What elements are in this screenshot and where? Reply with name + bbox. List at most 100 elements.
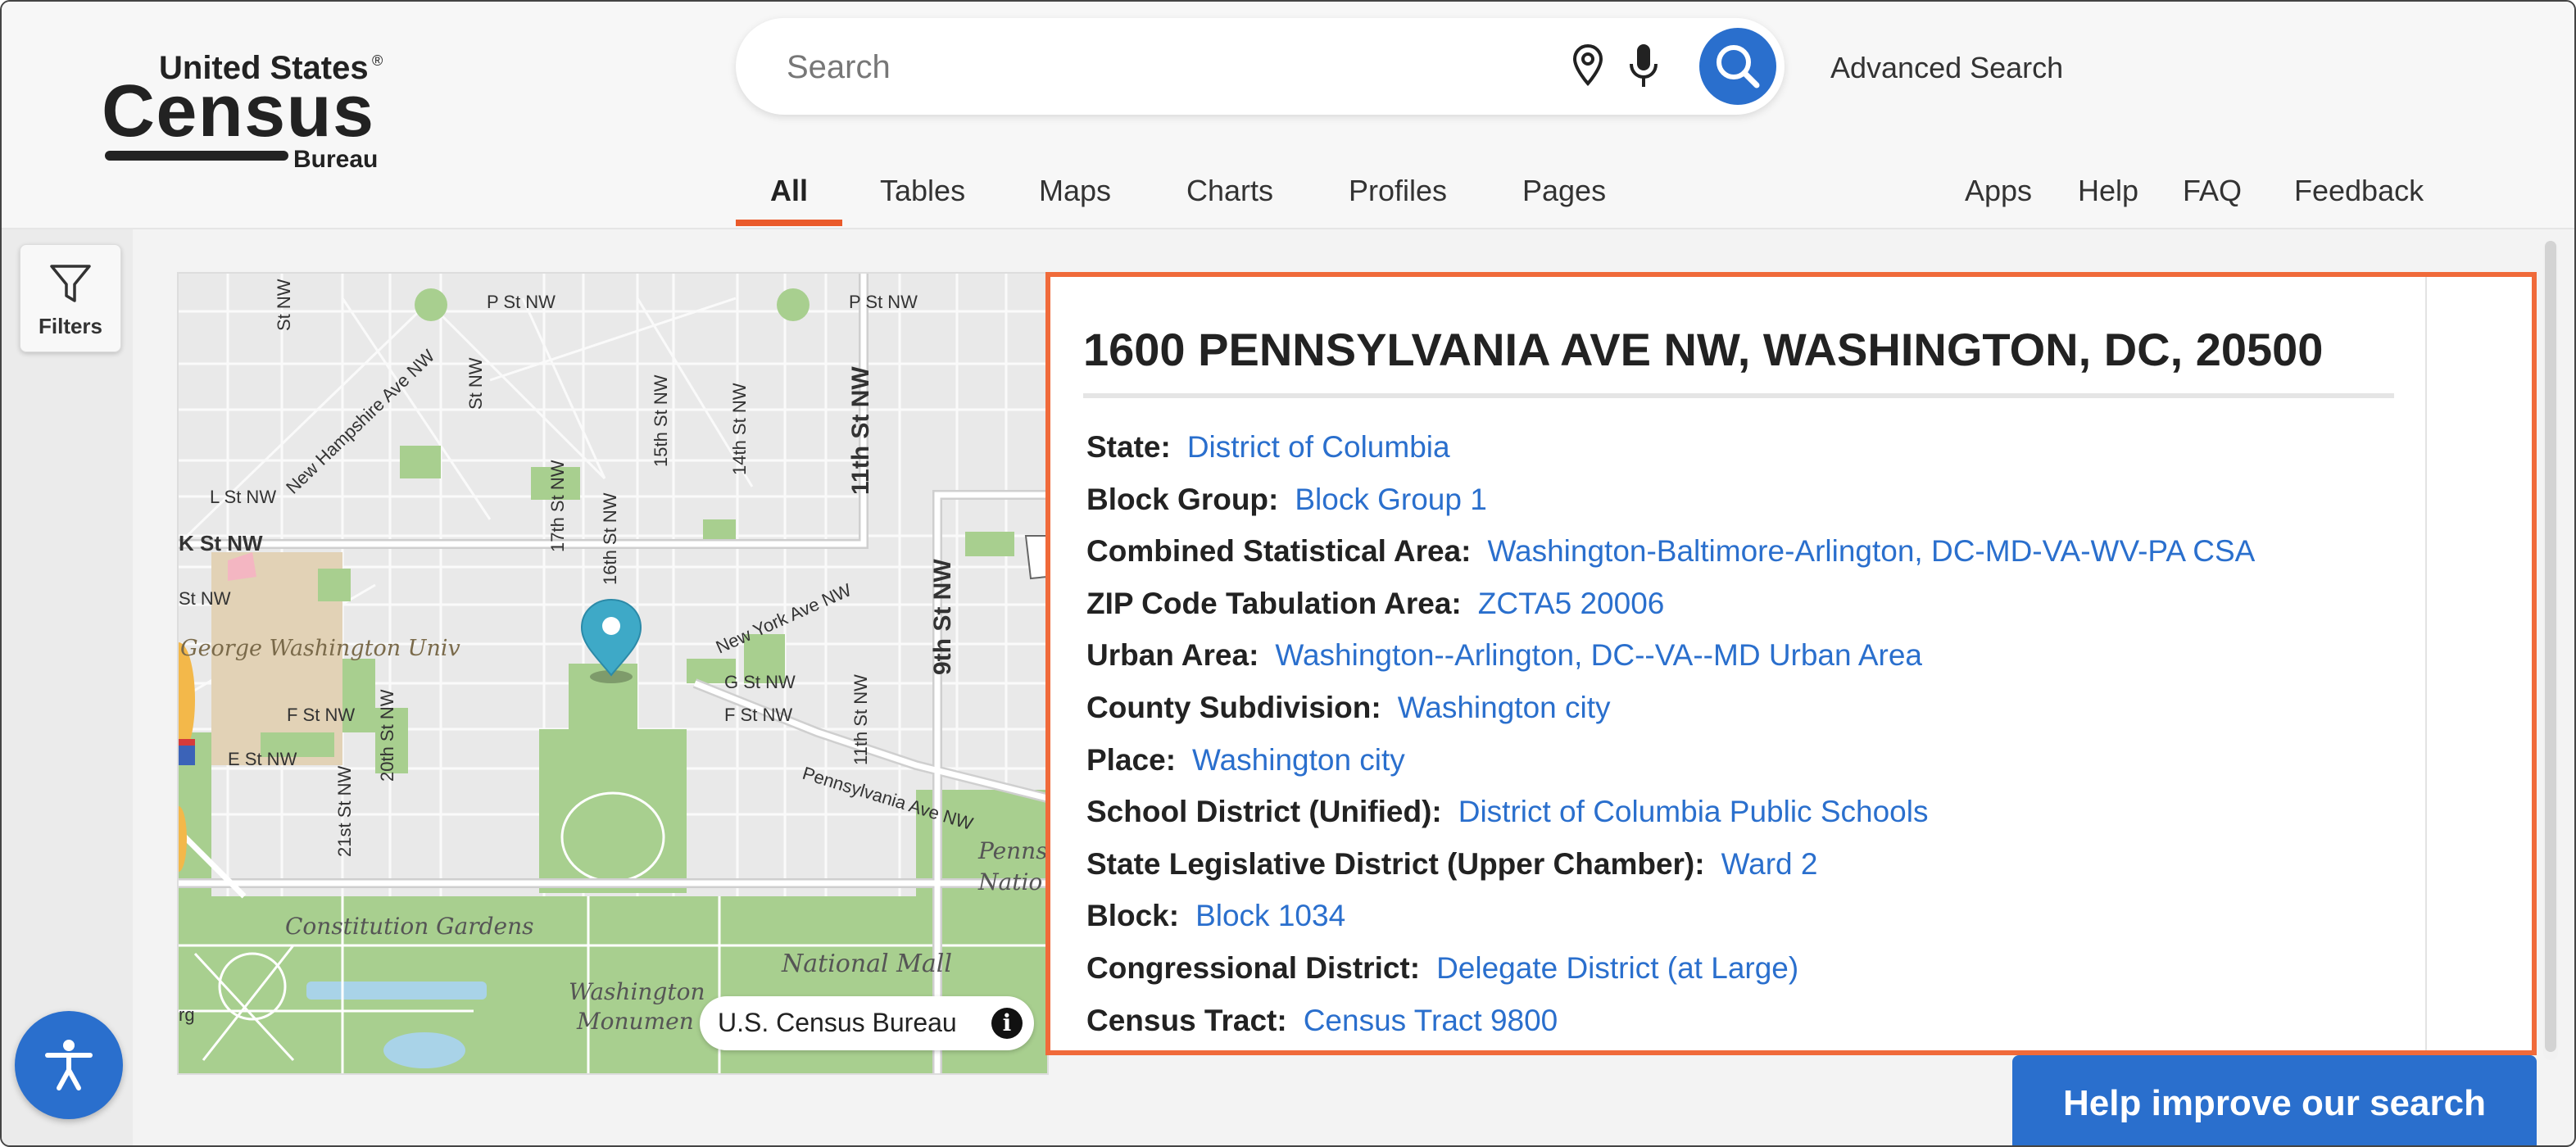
location-map[interactable]: P St NW P St NW New Hampshire Ave NW L S… xyxy=(177,272,1049,1075)
geography-list: State: District of Columbia Block Group: B… xyxy=(1086,421,2255,1046)
geo-link[interactable]: ZCTA5 20006 xyxy=(1478,587,1665,620)
logo-registered: ® xyxy=(372,52,383,69)
geo-row-county-subdivision: County Subdivision: Washington city xyxy=(1086,682,2255,734)
geo-row-state-legislative-upper: State Legislative District (Upper Chambe… xyxy=(1086,838,2255,891)
logo-line2: Census xyxy=(102,70,374,152)
accessibility-button[interactable] xyxy=(15,1011,123,1119)
geo-label: School District (Unified): xyxy=(1086,795,1442,829)
map-label: 15th St NW xyxy=(651,374,671,467)
map-label: E St NW xyxy=(228,749,297,769)
map-label: rg xyxy=(179,1004,195,1025)
tab-pages[interactable]: Pages xyxy=(1522,174,1606,208)
geo-row-zcta: ZIP Code Tabulation Area: ZCTA5 20006 xyxy=(1086,578,2255,630)
panel-divider xyxy=(2425,277,2427,1050)
map-area-label: Washington xyxy=(569,978,705,1005)
census-logo[interactable]: United States ® Census Bureau xyxy=(102,51,397,174)
left-rail xyxy=(2,229,133,1145)
geo-link[interactable]: Washington-Baltimore-Arlington, DC-MD-VA… xyxy=(1487,534,2255,568)
active-tab-indicator xyxy=(736,220,842,226)
search-input[interactable] xyxy=(785,41,1608,93)
accessibility-icon xyxy=(45,1040,93,1090)
info-icon[interactable]: i xyxy=(991,1008,1023,1039)
geo-label: Block: xyxy=(1086,899,1180,933)
geography-details-panel: 1600 PENNSYLVANIA AVE NW, WASHINGTON, DC… xyxy=(1045,272,2537,1055)
tab-profiles[interactable]: Profiles xyxy=(1349,174,1447,208)
geo-label: Census Tract: xyxy=(1086,1003,1287,1037)
map-area-label: Penns xyxy=(977,837,1047,864)
map-label: 21st St NW xyxy=(334,766,355,857)
geo-link[interactable]: Block 1034 xyxy=(1195,899,1345,932)
geo-row-congressional-district: Congressional District: Delegate District… xyxy=(1086,942,2255,995)
advanced-search-link[interactable]: Advanced Search xyxy=(1830,51,2063,85)
map-area-label: Constitution Gardens xyxy=(285,913,534,940)
tab-all[interactable]: All xyxy=(770,174,808,208)
location-pin-icon[interactable] xyxy=(1571,43,1604,88)
site-header: United States ® Census Bureau Search Adv… xyxy=(2,2,2574,229)
geo-label: Congressional District: xyxy=(1086,950,1421,985)
help-link[interactable]: Help xyxy=(2078,174,2138,208)
geo-label: County Subdivision: xyxy=(1086,690,1381,724)
geo-row-urban-area: Urban Area: Washington--Arlington, DC--VA… xyxy=(1086,629,2255,682)
search-bar xyxy=(736,18,1785,115)
page-scrollbar[interactable] xyxy=(2543,241,2558,1060)
map-label: 17th St NW xyxy=(547,460,568,552)
geo-link[interactable]: Washington--Arlington, DC--VA--MD Urban … xyxy=(1275,638,1922,672)
map-label: St NW xyxy=(465,357,486,410)
logo-line3: Bureau xyxy=(293,146,378,173)
geo-label: Combined Statistical Area: xyxy=(1086,534,1472,569)
geo-label: Place: xyxy=(1086,742,1177,777)
map-label: 14th St NW xyxy=(729,383,750,475)
attribution-text: U.S. Census Bureau xyxy=(718,1008,957,1037)
search-button[interactable] xyxy=(1699,28,1776,105)
map-label: 20th St NW xyxy=(377,689,397,782)
geo-link[interactable]: Delegate District (at Large) xyxy=(1436,951,1798,985)
help-improve-search-button[interactable]: Help improve our search xyxy=(2012,1055,2537,1145)
map-canvas[interactable]: P St NW P St NW New Hampshire Ave NW L S… xyxy=(179,274,1047,1073)
map-area-label: George Washington Univ xyxy=(180,636,460,661)
geo-link[interactable]: Washington city xyxy=(1192,743,1405,777)
tab-tables[interactable]: Tables xyxy=(880,174,965,208)
map-label: P St NW xyxy=(487,292,556,312)
geo-label: ZIP Code Tabulation Area: xyxy=(1086,586,1462,620)
filters-button[interactable]: Filters xyxy=(20,244,121,352)
geo-link[interactable]: District of Columbia Public Schools xyxy=(1458,795,1929,828)
tab-charts[interactable]: Charts xyxy=(1186,174,1273,208)
geo-row-state: State: District of Columbia xyxy=(1086,421,2255,474)
map-area-label: Monumen xyxy=(576,1008,694,1035)
filter-icon xyxy=(50,265,91,302)
geo-label: State Legislative District (Upper Chambe… xyxy=(1086,846,1705,881)
map-label: L St NW xyxy=(210,487,276,507)
microphone-icon[interactable] xyxy=(1627,43,1660,90)
map-label: 9th St NW xyxy=(929,559,956,675)
geo-label: Block Group: xyxy=(1086,482,1279,516)
map-label: P St NW xyxy=(849,292,918,312)
map-label: K St NW xyxy=(179,531,263,555)
geo-label: Urban Area: xyxy=(1086,638,1259,673)
map-label: F St NW xyxy=(724,705,792,725)
geo-link[interactable]: District of Columbia xyxy=(1187,430,1450,464)
map-label: St NW xyxy=(179,588,231,609)
search-icon xyxy=(1717,45,1760,88)
geo-row-csa: Combined Statistical Area: Washington-Bal… xyxy=(1086,525,2255,578)
scrollbar-thumb[interactable] xyxy=(2545,241,2556,1052)
geo-link[interactable]: Census Tract 9800 xyxy=(1304,1004,1558,1037)
map-label: 16th St NW xyxy=(600,492,620,585)
address-title: 1600 PENNSYLVANIA AVE NW, WASHINGTON, DC… xyxy=(1083,324,2324,375)
faq-link[interactable]: FAQ xyxy=(2183,174,2242,208)
feedback-link[interactable]: Feedback xyxy=(2294,174,2424,208)
filters-label: Filters xyxy=(38,314,103,338)
map-attribution: U.S. Census Bureau i xyxy=(700,996,1034,1050)
map-label: St NW xyxy=(274,279,294,331)
app-window: United States ® Census Bureau Search Adv… xyxy=(0,0,2576,1147)
tab-maps[interactable]: Maps xyxy=(1039,174,1111,208)
geo-row-school-district: School District (Unified): District of Co… xyxy=(1086,786,2255,838)
map-label: 11th St NW xyxy=(847,366,874,495)
geo-row-place: Place: Washington city xyxy=(1086,734,2255,787)
geo-row-census-tract: Census Tract: Census Tract 9800 xyxy=(1086,995,2255,1047)
geo-link[interactable]: Washington city xyxy=(1398,691,1611,724)
map-area-label: National Mall xyxy=(781,950,952,978)
geo-link[interactable]: Block Group 1 xyxy=(1295,483,1486,516)
apps-link[interactable]: Apps xyxy=(1965,174,2032,208)
map-label: G St NW xyxy=(724,672,796,692)
geo-link[interactable]: Ward 2 xyxy=(1721,847,1818,881)
